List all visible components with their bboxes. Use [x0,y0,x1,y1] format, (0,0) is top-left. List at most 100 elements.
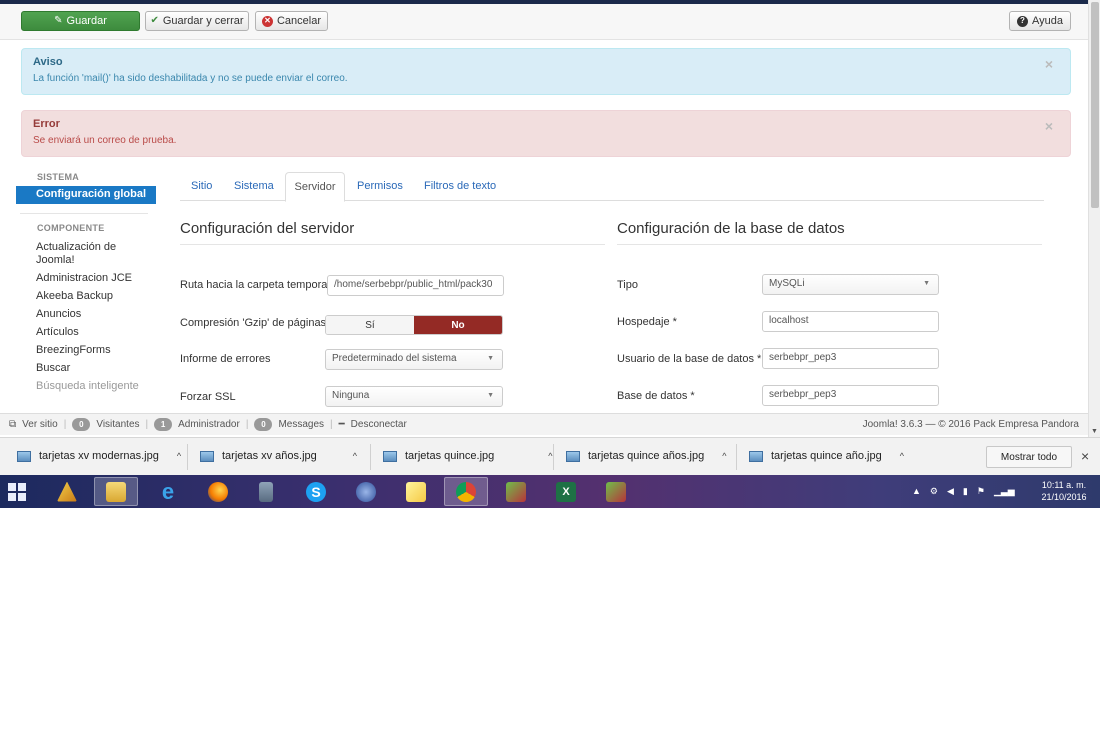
help-icon: ? [1017,15,1028,27]
image-viewer-icon[interactable] [594,477,638,506]
gzip-yes-option[interactable]: Sí [326,316,414,334]
temp-path-input[interactable]: /home/serbebpr/public_html/pack30 [327,275,504,296]
sidebar-item-breezingforms[interactable]: BreezingForms [16,342,156,360]
logout-link[interactable]: Desconectar [351,419,407,430]
sidebar-item-jce[interactable]: Administracion JCE [16,270,156,288]
tab-server[interactable]: Servidor [285,172,345,202]
divider: | [63,419,67,430]
messages-label[interactable]: Messages [278,419,324,430]
flag-icon[interactable]: ⚑ [977,486,985,497]
calculator-icon[interactable] [244,477,288,506]
edit-icon: ✎ [54,15,63,26]
db-type-select[interactable]: MySQLi ▼ [762,274,939,295]
save-button[interactable]: ✎ Guardar [21,11,140,31]
server-section-title: Configuración del servidor [180,220,605,245]
internet-explorer-icon[interactable]: e [146,477,190,506]
download-item[interactable]: tarjetas quince año.jpg ^ [749,450,904,462]
sidebar: SISTEMA Configuración global COMPONENTE … [16,172,156,396]
download-item[interactable]: tarjetas quince.jpg ^ [383,450,553,462]
database-section-title: Configuración de la base de datos [617,220,1042,245]
temp-path-label: Ruta hacia la carpeta temporal [180,279,330,291]
tab-site[interactable]: Sitio [191,180,212,192]
close-icon[interactable]: × [1045,118,1053,134]
battery-icon[interactable]: ▮ [963,486,968,497]
chevron-up-icon[interactable]: ^ [177,451,181,461]
image-viewer-icon[interactable] [494,477,538,506]
chevron-up-icon[interactable]: ^ [353,451,357,461]
sidebar-item-joomla-update[interactable]: Actualización de Joomla! [16,239,126,270]
start-button[interactable] [8,483,26,501]
skype-icon[interactable]: S [294,477,338,506]
image-file-icon [566,450,580,462]
force-ssl-label: Forzar SSL [180,391,236,403]
sidebar-heading-system: SISTEMA [37,172,80,182]
sidebar-item-articles[interactable]: Artículos [16,324,156,342]
page-scrollbar[interactable]: ▼ [1088,0,1100,437]
db-user-label: Usuario de la base de datos * [617,353,762,365]
chevron-down-icon: ▼ [923,280,930,287]
sidebar-item-global-configuration[interactable]: Configuración global [16,186,156,204]
alert-message: La función 'mail()' ha sido deshabilitad… [33,73,348,84]
divider: | [330,419,333,430]
chevron-up-icon[interactable]: ^ [900,451,904,461]
minus-icon: ━ [338,419,345,430]
taskbar: e S X ▲ ⚙ ◀ ▮ ⚑ ▁▃▅ 10:11 a. m. 21/10/20… [0,475,1100,508]
network-icon[interactable]: ⚙ [930,486,938,497]
system-tray: ▲ ⚙ ◀ ▮ ⚑ ▁▃▅ [912,486,1015,497]
close-icon[interactable]: × [1045,56,1053,72]
sidebar-item-akeeba-backup[interactable]: Akeeba Backup [16,288,156,306]
winamp-icon[interactable] [45,477,89,506]
download-item[interactable]: tarjetas quince años.jpg ^ [566,450,726,462]
db-name-input[interactable]: serbebpr_pep3 [762,385,939,406]
db-type-label: Tipo [617,279,638,291]
visitors-label[interactable]: Visitantes [96,419,139,430]
force-ssl-select[interactable]: Ninguna ▼ [325,386,503,407]
excel-icon[interactable]: X [544,477,588,506]
cancel-icon: ✕ [262,15,273,27]
downloads-bar: tarjetas xv modernas.jpg ^ tarjetas xv añ… [0,437,1100,475]
sticky-notes-icon[interactable] [394,477,438,506]
gzip-label: Compresión 'Gzip' de páginas [180,317,327,329]
download-item[interactable]: tarjetas xv años.jpg ^ [200,450,357,462]
divider [553,444,554,470]
db-user-input[interactable]: serbebpr_pep3 [762,348,939,369]
divider [736,444,737,470]
db-host-input[interactable]: localhost [762,311,939,332]
chevron-up-icon[interactable]: ^ [722,451,726,461]
cancel-button[interactable]: ✕ Cancelar [255,11,328,31]
close-icon[interactable]: × [1081,448,1089,464]
gzip-no-option[interactable]: No [414,316,502,334]
save-and-close-button[interactable]: ✔ Guardar y cerrar [145,11,249,31]
tab-text-filters[interactable]: Filtros de texto [424,180,496,192]
file-explorer-icon[interactable] [94,477,138,506]
download-item[interactable]: tarjetas xv modernas.jpg ^ [17,450,181,462]
volume-icon[interactable]: ◀ [947,486,954,497]
sidebar-item-search[interactable]: Buscar [16,360,156,378]
tab-system[interactable]: Sistema [234,180,274,192]
view-site-link[interactable]: Ver sitio [22,419,58,430]
toolbar: ✎ Guardar ✔ Guardar y cerrar ✕ Cancelar ? Ay… [0,4,1088,40]
administrator-label[interactable]: Administrador [178,419,240,430]
chrome-icon[interactable] [444,477,488,506]
chevron-up-icon[interactable]: ▲ [912,486,921,497]
chevron-up-icon[interactable]: ^ [548,451,552,461]
gzip-toggle: Sí No [325,315,503,335]
error-reporting-select[interactable]: Predeterminado del sistema ▼ [325,349,503,370]
sidebar-item-smart-search[interactable]: Búsqueda inteligente [16,378,156,396]
show-all-button[interactable]: Mostrar todo [986,446,1072,468]
warning-alert: Aviso La función 'mail()' ha sido deshab… [21,48,1071,95]
sidebar-item-banners[interactable]: Anuncios [16,306,156,324]
scroll-down-icon[interactable]: ▼ [1091,428,1098,435]
chevron-down-icon: ▼ [487,355,494,362]
tab-permissions[interactable]: Permisos [357,180,403,192]
help-button[interactable]: ? Ayuda [1009,11,1071,31]
app-icon[interactable] [344,477,388,506]
db-host-label: Hospedaje * [617,316,677,328]
scrollbar-thumb[interactable] [1091,2,1099,208]
messages-badge: 0 [254,418,273,431]
firefox-icon[interactable] [196,477,240,506]
image-file-icon [383,450,397,462]
signal-icon[interactable]: ▁▃▅ [994,486,1015,497]
db-name-label: Base de datos * [617,390,695,402]
clock[interactable]: 10:11 a. m. 21/10/2016 [1036,479,1092,503]
